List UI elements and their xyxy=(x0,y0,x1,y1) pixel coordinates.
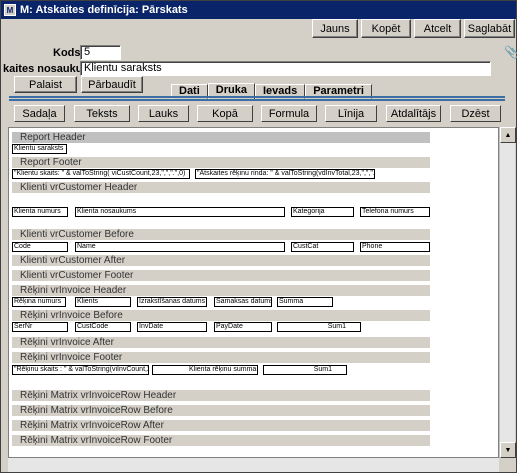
field-custcat[interactable]: CustCat xyxy=(291,242,354,252)
scroll-up-icon[interactable]: ▲ xyxy=(500,127,516,143)
field-invoice-count[interactable]: "Rēķinu skaits : " & valToString(viInvCo… xyxy=(12,365,149,375)
section-invoice-after[interactable]: Rēķini vrInvoice After xyxy=(12,337,430,348)
section-report-header[interactable]: Report Header xyxy=(12,132,430,143)
section-row-before[interactable]: Rēķini Matrix vrInvoiceRow Before xyxy=(12,405,430,416)
section-customer-header[interactable]: Klienti vrCustomer Header xyxy=(12,182,430,193)
field-header-invoice-number[interactable]: Rēķina numurs xyxy=(12,297,66,307)
window-title: M: Atskaites definīcija: Pārskats xyxy=(20,4,188,16)
copy-button[interactable]: Kopēt xyxy=(361,19,411,38)
save-button[interactable]: Saglabāt xyxy=(464,19,515,38)
field-sum1[interactable]: Sum1 xyxy=(277,322,361,332)
field-custcode[interactable]: CustCode xyxy=(75,322,131,332)
tool-formula-button[interactable]: Formula xyxy=(261,105,317,122)
scroll-down-icon[interactable]: ▼ xyxy=(500,442,516,458)
field-code[interactable]: Code xyxy=(12,242,68,252)
report-definition-window: M M: Atskaites definīcija: Pārskats Jaun… xyxy=(0,0,517,473)
section-row-footer[interactable]: Rēķini Matrix vrInvoiceRow Footer xyxy=(12,435,430,446)
paperclip-icon[interactable]: 📎 xyxy=(504,45,517,59)
field-report-title[interactable]: Klientu saraksts xyxy=(12,144,67,154)
tool-line-button[interactable]: Līnija xyxy=(325,105,377,122)
horizontal-scrollbar[interactable] xyxy=(8,458,499,472)
field-clients-count[interactable]: "Klientu skaits: " & valToString( viCust… xyxy=(12,169,190,179)
tool-delete-button[interactable]: Dzēst xyxy=(450,105,501,122)
field-footer-sum1[interactable]: Sum1 xyxy=(263,365,347,375)
tool-field-button[interactable]: Lauks xyxy=(138,105,189,122)
field-header-client[interactable]: Klients xyxy=(75,297,131,307)
title-bar: M M: Atskaites definīcija: Pārskats xyxy=(1,1,516,19)
field-report-total[interactable]: "Atskaites rēķinu rinda: " & valToString… xyxy=(195,169,375,179)
section-row-header[interactable]: Rēķini Matrix vrInvoiceRow Header xyxy=(12,390,430,401)
vertical-scrollbar[interactable]: ▲ ▼ xyxy=(499,127,516,458)
code-field[interactable]: 5 xyxy=(80,45,121,60)
field-header-client-number[interactable]: Klienta numurs xyxy=(12,207,68,217)
field-header-category[interactable]: Kategorija xyxy=(291,207,354,217)
report-name-field[interactable]: Klientu saraksts xyxy=(80,61,491,76)
tool-text-button[interactable]: Teksts xyxy=(74,105,130,122)
check-button[interactable]: Pārbaudīt xyxy=(81,76,143,93)
section-customer-footer[interactable]: Klienti vrCustomer Footer xyxy=(12,270,430,281)
tool-separator-button[interactable]: Atdalītājs xyxy=(386,105,441,122)
field-header-issue-date[interactable]: Izrakstīšanas datums xyxy=(137,297,207,307)
section-report-footer[interactable]: Report Footer xyxy=(12,157,430,168)
divider-top xyxy=(9,96,505,98)
app-icon: M xyxy=(4,4,16,16)
field-invdate[interactable]: InvDate xyxy=(137,322,207,332)
tool-section-button[interactable]: Sadaļa xyxy=(14,105,65,122)
section-customer-before[interactable]: Klienti vrCustomer Before xyxy=(12,229,430,240)
divider-bottom xyxy=(9,99,505,101)
section-invoice-footer[interactable]: Rēķini vrInvoice Footer xyxy=(12,352,430,363)
section-row-after[interactable]: Rēķini Matrix vrInvoiceRow After xyxy=(12,420,430,431)
field-paydate[interactable]: PayDate xyxy=(214,322,272,332)
field-header-client-name[interactable]: Klienta nosaukums xyxy=(75,207,285,217)
tool-total-button[interactable]: Kopā xyxy=(197,105,253,122)
field-sernr[interactable]: SerNr xyxy=(12,322,68,332)
section-invoice-before[interactable]: Rēķini vrInvoice Before xyxy=(12,310,430,321)
new-button[interactable]: Jauns xyxy=(312,19,358,38)
field-header-pay-date[interactable]: Samaksas datums xyxy=(214,297,272,307)
section-customer-after[interactable]: Klienti vrCustomer After xyxy=(12,255,430,266)
field-header-phone[interactable]: Telefona numurs xyxy=(360,207,430,217)
cancel-button[interactable]: Atcelt xyxy=(414,19,461,38)
field-phone[interactable]: Phone xyxy=(360,242,430,252)
field-header-sum[interactable]: Summa xyxy=(277,297,333,307)
run-button[interactable]: Palaist xyxy=(14,76,77,93)
field-client-invoice-total-label[interactable]: Klienta rēķinu summa xyxy=(152,365,258,375)
report-layout-canvas[interactable]: Report Header Klientu saraksts Report Fo… xyxy=(8,127,499,458)
section-invoice-header[interactable]: Rēķini vrInvoice Header xyxy=(12,285,430,296)
field-name[interactable]: Name xyxy=(75,242,285,252)
